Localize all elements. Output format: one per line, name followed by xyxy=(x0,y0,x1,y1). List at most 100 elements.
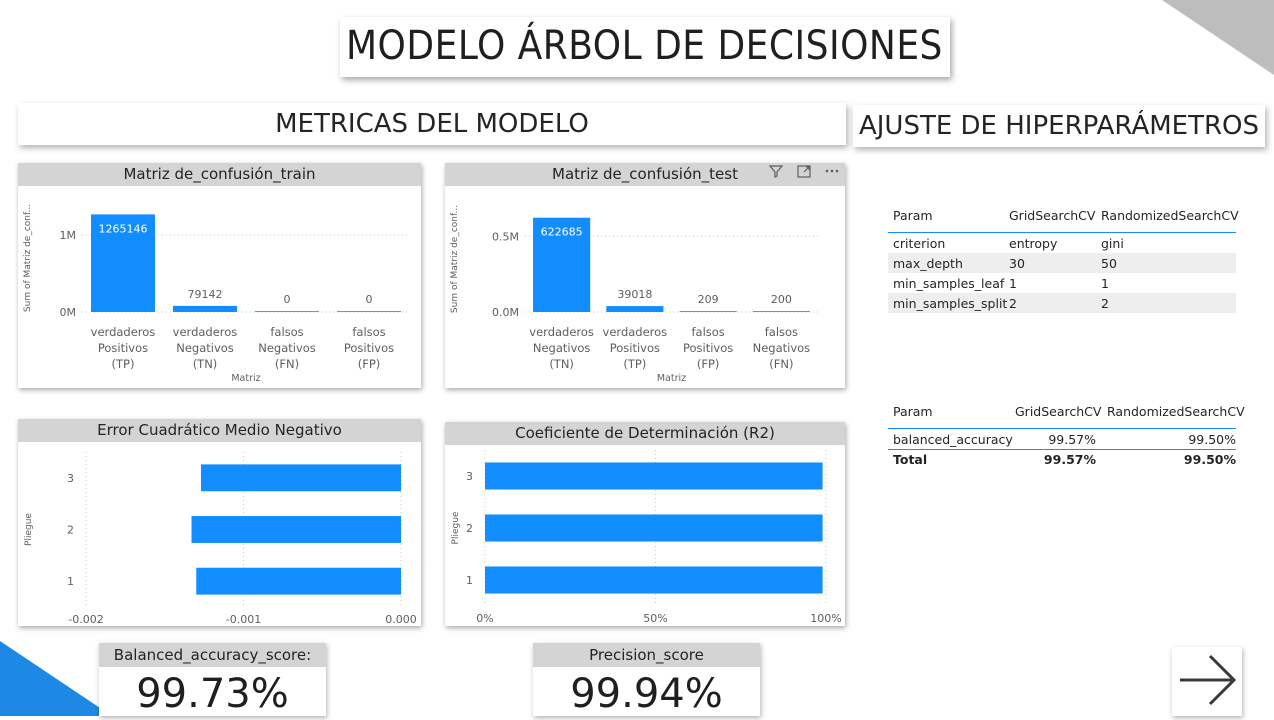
y-tick-label: 1 xyxy=(67,575,74,588)
table-cell: 2 xyxy=(1009,296,1017,311)
y-tick-label: 0M xyxy=(60,306,77,319)
table-header-grid: GridSearchCV xyxy=(1015,404,1102,419)
x-tick-label: -0.002 xyxy=(68,613,103,626)
chart-ecmn[interactable]: Error Cuadrático Medio Negativo Pliegue -… xyxy=(18,419,421,626)
x-tick-label: verdaderos xyxy=(91,325,156,339)
table-row: max_depth 30 50 xyxy=(888,253,1236,273)
params-table: Param GridSearchCV RandomizedSearchCV cr… xyxy=(888,203,1239,313)
chart-title: Matriz de_confusión_train xyxy=(18,163,421,186)
x-axis-label: Matriz xyxy=(657,373,686,384)
table-cell: 1 xyxy=(1009,276,1017,291)
bar xyxy=(752,311,810,312)
focus-mode-icon[interactable] xyxy=(790,163,818,186)
data-label: 1265146 xyxy=(99,222,148,235)
x-tick-label: 0.000 xyxy=(385,613,417,626)
x-tick-label: (TN) xyxy=(193,357,218,371)
y-tick-label: 1 xyxy=(466,574,473,587)
table-cell: gini xyxy=(1101,236,1124,251)
bar xyxy=(606,306,664,312)
table-total-row: Total 99.57% 99.50% xyxy=(893,452,1236,467)
x-tick-label: (TP) xyxy=(112,357,135,371)
table-cell: 1 xyxy=(1101,276,1109,291)
x-tick-label: (FP) xyxy=(358,357,381,371)
chart-confusion-train[interactable]: Matriz de_confusión_train Sum of Matriz … xyxy=(18,163,421,388)
x-tick-label: Positivos xyxy=(344,341,394,355)
next-page-button[interactable] xyxy=(1172,647,1242,716)
x-tick-label: falsos xyxy=(352,325,385,339)
table-cell: criterion xyxy=(893,236,946,251)
filter-icon[interactable] xyxy=(762,163,790,186)
visual-header-toolbar xyxy=(762,163,846,186)
arrow-right-icon xyxy=(1180,654,1237,706)
x-tick-label: 0% xyxy=(476,612,493,625)
chart-title: Error Cuadrático Medio Negativo xyxy=(18,419,421,442)
table-header-grid: GridSearchCV xyxy=(1009,208,1096,223)
x-tick-label: Negativos xyxy=(176,341,234,355)
table-cell: 50 xyxy=(1101,256,1117,271)
x-tick-label: Negativos xyxy=(753,341,811,355)
x-tick-label: falsos xyxy=(691,325,724,339)
bar xyxy=(173,305,237,312)
data-label: 622685 xyxy=(541,226,583,239)
y-tick-label: 1M xyxy=(60,229,77,242)
table-cell: 2 xyxy=(1101,296,1109,311)
table-header-param: Param xyxy=(893,404,933,419)
bar xyxy=(255,311,319,312)
x-tick-label: 100% xyxy=(810,612,841,625)
table-cell: max_depth xyxy=(893,256,963,271)
chart-title: Coeficiente de Determinación (R2) xyxy=(445,422,845,445)
section-metrics-title: METRICAS DEL MODELO xyxy=(275,109,589,139)
data-label: 0 xyxy=(366,293,373,306)
y-tick-label: 2 xyxy=(466,522,473,535)
table-header-random: RandomizedSearchCV xyxy=(1107,404,1245,419)
kpi-value: 99.73% xyxy=(136,671,289,717)
kpi-value: 99.94% xyxy=(570,671,723,717)
y-axis-label: Sum of Matriz de_conf... xyxy=(23,204,33,312)
x-tick-label: (TN) xyxy=(549,357,574,371)
data-label: 209 xyxy=(698,293,719,306)
data-label: 200 xyxy=(771,293,792,306)
decorative-corner-bottom-left xyxy=(0,641,112,716)
table-header-random: RandomizedSearchCV xyxy=(1101,208,1239,223)
section-tuning-header: AJUSTE DE HIPERPARÁMETROS xyxy=(853,105,1265,147)
x-tick-label: 50% xyxy=(643,612,667,625)
table-cell: min_samples_split xyxy=(893,296,1008,311)
kpi-precision: Precision_score 99.94% xyxy=(533,643,760,717)
y-axis-label: Pliegue xyxy=(24,513,34,546)
bar xyxy=(679,311,737,312)
kpi-label: Balanced_accuracy_score: xyxy=(99,643,326,667)
table-cell: 30 xyxy=(1009,256,1025,271)
x-tick-label: Negativos xyxy=(533,341,591,355)
chart-canvas: Sum of Matriz de_conf... 1M 0M 1265146 verda… xyxy=(23,204,410,384)
chart-canvas: Pliegue-0.002-0.0010.000321Sum of ECMN xyxy=(24,452,417,626)
section-tuning-title: AJUSTE DE HIPERPARÁMETROS xyxy=(858,111,1260,141)
bar xyxy=(337,311,401,312)
x-tick-label: verdaderos xyxy=(603,325,668,339)
chart-canvas: Pliegue0%50%100%321Sum of R2 xyxy=(451,450,842,625)
y-axis-label: Sum of Matriz de_conf... xyxy=(450,205,460,313)
y-tick-label: 0.5M xyxy=(492,230,519,243)
table-row: min_samples_split 2 2 xyxy=(888,293,1236,313)
table-cell: min_samples_leaf xyxy=(893,276,1005,291)
page-title-box: MODELO ÁRBOL DE DECISIONES xyxy=(340,17,950,77)
x-tick-label: (TP) xyxy=(623,357,646,371)
page-title: MODELO ÁRBOL DE DECISIONES xyxy=(346,23,943,69)
y-axis-label: Pliegue xyxy=(451,511,461,544)
table-header-param: Param xyxy=(893,208,933,223)
x-tick-label: -0.001 xyxy=(226,613,261,626)
data-label: 0 xyxy=(284,293,291,306)
data-label: 39018 xyxy=(617,288,652,301)
x-tick-label: verdaderos xyxy=(529,325,594,339)
score-table: Param GridSearchCV RandomizedSearchCV ba… xyxy=(888,398,1245,470)
x-tick-label: falsos xyxy=(765,325,798,339)
more-options-icon[interactable] xyxy=(818,163,846,186)
chart-confusion-test[interactable]: Matriz de_confusión_test Sum of Matriz d… xyxy=(445,163,845,388)
chart-r2[interactable]: Coeficiente de Determinación (R2) Pliegu… xyxy=(445,422,845,626)
x-tick-label: Positivos xyxy=(610,341,660,355)
y-tick-label: 3 xyxy=(67,472,74,485)
table-cell: entropy xyxy=(1009,236,1058,251)
table-row: min_samples_leaf 1 1 xyxy=(888,273,1236,293)
y-tick-label: 3 xyxy=(466,470,473,483)
kpi-balanced-accuracy: Balanced_accuracy_score: 99.73% xyxy=(99,643,326,717)
x-tick-label: (FN) xyxy=(769,357,793,371)
